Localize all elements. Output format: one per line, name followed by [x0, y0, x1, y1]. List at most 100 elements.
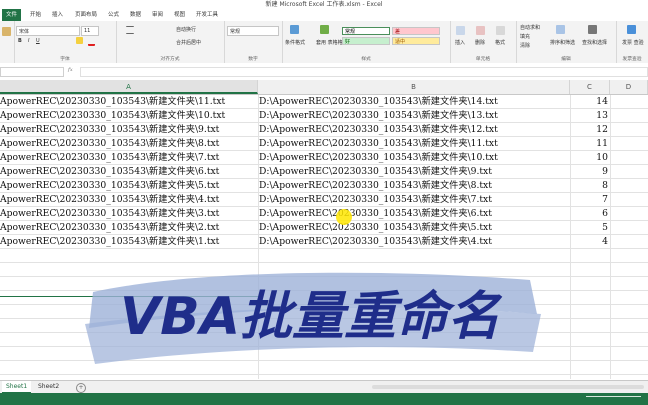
- cell-a[interactable]: ApowerREC\20230330_103543\新建文件夹\11.txt: [0, 95, 256, 109]
- merge-center-button[interactable]: 合并后居中: [176, 39, 201, 46]
- ribbon: 宋体 11 B I U 字体 自动换行 合并后居中 对齐方式 常规 数字 条件格…: [0, 21, 648, 64]
- group-font: 宋体 11 B I U 字体: [14, 21, 117, 63]
- column-header-b[interactable]: B: [258, 80, 570, 94]
- cell-b[interactable]: D:\ApowerREC\20230330_103543\新建文件夹\12.tx…: [259, 123, 559, 137]
- sort-filter-button[interactable]: 排序和筛选: [550, 39, 575, 46]
- align-top-icon[interactable]: [126, 26, 134, 34]
- font-name-value: 宋体: [19, 29, 30, 35]
- cell-c[interactable]: 12: [572, 123, 608, 137]
- insert-cells-button[interactable]: 插入: [455, 39, 465, 46]
- fx-icon[interactable]: fx: [68, 67, 73, 73]
- underline-button[interactable]: U: [36, 38, 40, 44]
- group-alignment: 自动换行 合并后居中 对齐方式: [116, 21, 225, 63]
- cell-a[interactable]: ApowerREC\20230330_103543\新建文件夹\1.txt: [0, 235, 256, 249]
- menu-developer[interactable]: 开发工具: [196, 9, 218, 21]
- menu-file[interactable]: 文件: [2, 9, 22, 21]
- fill-button[interactable]: 填充: [520, 33, 530, 40]
- menu-view[interactable]: 视图: [174, 9, 185, 21]
- cell-c[interactable]: 14: [572, 95, 608, 109]
- autosum-button[interactable]: 自动求和: [520, 24, 540, 31]
- cell-c[interactable]: 4: [572, 235, 608, 249]
- format-as-table-icon[interactable]: [320, 25, 329, 34]
- invoice-check-icon[interactable]: [627, 25, 636, 34]
- number-format-box[interactable]: 常规: [227, 26, 279, 36]
- wrap-text-button[interactable]: 自动换行: [176, 26, 196, 33]
- italic-button[interactable]: I: [28, 38, 29, 44]
- find-select-button[interactable]: 查找和选择: [582, 39, 607, 46]
- cell-a[interactable]: ApowerREC\20230330_103543\新建文件夹\7.txt: [0, 151, 256, 165]
- column-header-d[interactable]: D: [610, 80, 648, 94]
- menu-review[interactable]: 审阅: [152, 9, 163, 21]
- menu-data[interactable]: 数据: [130, 9, 141, 21]
- cell-c[interactable]: 8: [572, 179, 608, 193]
- conditional-format-button[interactable]: 条件格式: [285, 39, 305, 46]
- group-editing: 自动求和 填充 清除 排序和筛选 查找和选择 编辑: [516, 21, 617, 63]
- font-size-box[interactable]: 11: [81, 26, 99, 36]
- zoom-slider[interactable]: [586, 396, 641, 402]
- conditional-format-icon[interactable]: [290, 25, 299, 34]
- cell-c[interactable]: 7: [572, 193, 608, 207]
- cell-a[interactable]: ApowerREC\20230330_103543\新建文件夹\3.txt: [0, 207, 256, 221]
- format-cells-button[interactable]: 格式: [495, 39, 505, 46]
- style-normal[interactable]: 常规: [342, 27, 390, 35]
- table-row: ApowerREC\20230330_103543\新建文件夹\3.txt D:…: [0, 207, 648, 221]
- menu-home[interactable]: 开始: [30, 9, 41, 21]
- invoice-check-button[interactable]: 发票 查验: [622, 39, 644, 46]
- cell-c[interactable]: 10: [572, 151, 608, 165]
- cell-b[interactable]: D:\ApowerREC\20230330_103543\新建文件夹\8.txt: [259, 179, 559, 193]
- paste-icon[interactable]: [2, 27, 11, 36]
- cell-a[interactable]: ApowerREC\20230330_103543\新建文件夹\10.txt: [0, 109, 256, 123]
- video-title-overlay: VBA批量重命名: [85, 272, 541, 364]
- style-good[interactable]: 好: [342, 37, 390, 45]
- cell-b[interactable]: D:\ApowerREC\20230330_103543\新建文件夹\13.tx…: [259, 109, 559, 123]
- cell-b[interactable]: D:\ApowerREC\20230330_103543\新建文件夹\7.txt: [259, 193, 559, 207]
- cell-b[interactable]: D:\ApowerREC\20230330_103543\新建文件夹\5.txt: [259, 221, 559, 235]
- cell-c[interactable]: 5: [572, 221, 608, 235]
- name-box[interactable]: [0, 67, 64, 77]
- cell-c[interactable]: 11: [572, 137, 608, 151]
- format-cells-icon[interactable]: [496, 26, 505, 35]
- cell-a[interactable]: ApowerREC\20230330_103543\新建文件夹\8.txt: [0, 137, 256, 151]
- cell-a[interactable]: ApowerREC\20230330_103543\新建文件夹\9.txt: [0, 123, 256, 137]
- clear-button[interactable]: 清除: [520, 42, 530, 49]
- cell-a[interactable]: ApowerREC\20230330_103543\新建文件夹\5.txt: [0, 179, 256, 193]
- font-color-icon[interactable]: [88, 37, 95, 46]
- column-header-a[interactable]: A: [0, 80, 258, 94]
- insert-cells-icon[interactable]: [456, 26, 465, 35]
- formula-bar: fx: [0, 63, 648, 81]
- add-sheet-icon[interactable]: +: [76, 383, 86, 393]
- cell-a[interactable]: ApowerREC\20230330_103543\新建文件夹\4.txt: [0, 193, 256, 207]
- font-name-box[interactable]: 宋体: [16, 26, 80, 36]
- cell-a[interactable]: ApowerREC\20230330_103543\新建文件夹\6.txt: [0, 165, 256, 179]
- group-font-label: 字体: [60, 57, 70, 62]
- cell-b[interactable]: D:\ApowerREC\20230330_103543\新建文件夹\9.txt: [259, 165, 559, 179]
- cell-b[interactable]: D:\ApowerREC\20230330_103543\新建文件夹\6.txt: [259, 207, 559, 221]
- sheet-tab-2[interactable]: Sheet2: [34, 381, 63, 392]
- style-neutral[interactable]: 适中: [392, 37, 440, 45]
- menu-page-layout[interactable]: 页面布局: [75, 9, 97, 21]
- menu-formulas[interactable]: 公式: [108, 9, 119, 21]
- cell-c[interactable]: 6: [572, 207, 608, 221]
- cell-a[interactable]: ApowerREC\20230330_103543\新建文件夹\2.txt: [0, 221, 256, 235]
- find-select-icon[interactable]: [588, 25, 597, 34]
- cell-b[interactable]: D:\ApowerREC\20230330_103543\新建文件夹\10.tx…: [259, 151, 559, 165]
- sort-filter-icon[interactable]: [556, 25, 565, 34]
- formula-input[interactable]: [80, 67, 648, 77]
- horizontal-scrollbar[interactable]: [372, 385, 644, 389]
- mouse-cursor-highlight: [336, 209, 352, 225]
- cell-c[interactable]: 9: [572, 165, 608, 179]
- style-bad[interactable]: 差: [392, 27, 440, 35]
- group-editing-label: 编辑: [561, 57, 571, 62]
- menu-insert[interactable]: 插入: [52, 9, 63, 21]
- delete-cells-button[interactable]: 删除: [475, 39, 485, 46]
- group-invoice: 发票 查验 发票查验: [616, 21, 648, 63]
- cell-c[interactable]: 13: [572, 109, 608, 123]
- fill-color-icon[interactable]: [76, 37, 83, 44]
- table-row: ApowerREC\20230330_103543\新建文件夹\2.txt D:…: [0, 221, 648, 235]
- cell-b[interactable]: D:\ApowerREC\20230330_103543\新建文件夹\4.txt: [259, 235, 559, 249]
- cell-b[interactable]: D:\ApowerREC\20230330_103543\新建文件夹\14.tx…: [259, 95, 559, 109]
- column-header-c[interactable]: C: [570, 80, 610, 94]
- delete-cells-icon[interactable]: [476, 26, 485, 35]
- cell-b[interactable]: D:\ApowerREC\20230330_103543\新建文件夹\11.tx…: [259, 137, 559, 151]
- bold-button[interactable]: B: [18, 38, 22, 44]
